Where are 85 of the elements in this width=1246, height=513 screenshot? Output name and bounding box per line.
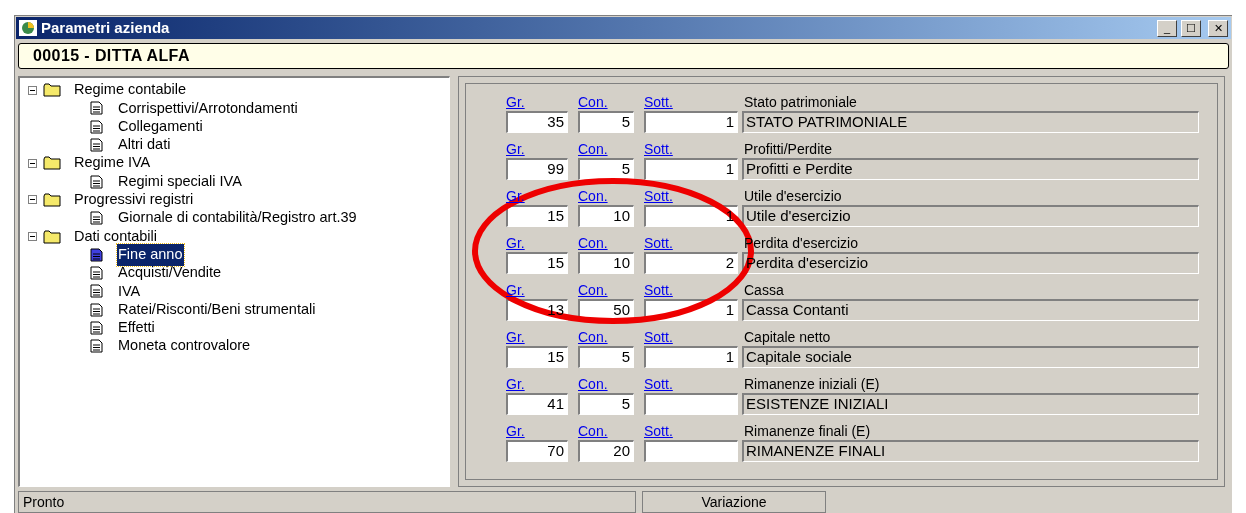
- subaccount-link[interactable]: Sott.: [644, 94, 738, 111]
- group-field[interactable]: 70: [506, 440, 568, 462]
- window-title: Parametri azienda: [41, 17, 170, 38]
- group-field[interactable]: 41: [506, 393, 568, 415]
- description-field: ESISTENZE INIZIALI: [742, 393, 1199, 415]
- description-field: RIMANENZE FINALI: [742, 440, 1199, 462]
- account-link[interactable]: Con.: [578, 235, 634, 252]
- document-icon: [90, 284, 103, 299]
- maximize-button[interactable]: ☐: [1181, 19, 1201, 37]
- subaccount-field[interactable]: 2: [644, 252, 738, 274]
- collapse-icon[interactable]: [28, 195, 37, 205]
- subaccount-field[interactable]: 1: [644, 111, 738, 133]
- subaccount-field[interactable]: [644, 440, 738, 462]
- account-link[interactable]: Con.: [578, 282, 634, 299]
- group-field[interactable]: 15: [506, 252, 568, 274]
- account-title: Capitale netto: [743, 329, 832, 346]
- description-field: STATO PATRIMONIALE: [742, 111, 1199, 133]
- document-icon: [90, 174, 103, 189]
- account-title: Profitti/Perdite: [743, 141, 833, 158]
- account-field[interactable]: 20: [578, 440, 634, 462]
- subaccount-link[interactable]: Sott.: [644, 423, 738, 440]
- subaccount-link[interactable]: Sott.: [644, 282, 738, 299]
- tree-item[interactable]: Fine anno: [117, 243, 184, 266]
- subaccount-link[interactable]: Sott.: [644, 235, 738, 252]
- folder-icon: [43, 192, 61, 207]
- document-icon: [90, 266, 103, 281]
- document-icon: [90, 211, 103, 226]
- group-link[interactable]: Gr.: [506, 329, 568, 346]
- status-text: Pronto: [18, 491, 636, 513]
- document-icon: [90, 247, 103, 262]
- account-link[interactable]: Con.: [578, 423, 634, 440]
- account-field[interactable]: 5: [578, 393, 634, 415]
- description-field: Cassa Contanti: [742, 299, 1199, 321]
- account-title: Rimanenze finali (E): [743, 423, 872, 440]
- subaccount-link[interactable]: Sott.: [644, 329, 738, 346]
- group-field[interactable]: 15: [506, 205, 568, 227]
- account-title: Utile d'esercizio: [743, 188, 843, 205]
- subaccount-link[interactable]: Sott.: [644, 188, 738, 205]
- minimize-button[interactable]: _: [1157, 19, 1177, 37]
- account-title: Cassa: [743, 282, 785, 299]
- account-field[interactable]: 10: [578, 252, 634, 274]
- account-title: Rimanenze iniziali (E): [743, 376, 881, 393]
- description-field: Utile d'esercizio: [742, 205, 1199, 227]
- mode-indicator: Variazione: [642, 491, 826, 513]
- account-link[interactable]: Con.: [578, 141, 634, 158]
- account-field[interactable]: 5: [578, 158, 634, 180]
- group-field[interactable]: 35: [506, 111, 568, 133]
- group-link[interactable]: Gr.: [506, 282, 568, 299]
- group-field[interactable]: 99: [506, 158, 568, 180]
- group-link[interactable]: Gr.: [506, 141, 568, 158]
- close-button[interactable]: ✕: [1208, 19, 1228, 37]
- company-header: 00015 - DITTA ALFA: [18, 43, 1229, 69]
- account-field[interactable]: 5: [578, 111, 634, 133]
- document-icon: [90, 339, 103, 354]
- subaccount-field[interactable]: 1: [644, 346, 738, 368]
- document-icon: [90, 119, 103, 134]
- description-field: Profitti e Perdite: [742, 158, 1199, 180]
- account-link[interactable]: Con.: [578, 329, 634, 346]
- collapse-icon[interactable]: [28, 232, 37, 241]
- account-link[interactable]: Con.: [578, 376, 634, 393]
- account-link[interactable]: Con.: [578, 188, 634, 205]
- group-link[interactable]: Gr.: [506, 235, 568, 252]
- group-link[interactable]: Gr.: [506, 423, 568, 440]
- folder-icon: [43, 156, 61, 171]
- document-icon: [90, 302, 103, 317]
- document-icon: [90, 138, 103, 153]
- document-icon: [90, 101, 103, 116]
- folder-icon: [43, 83, 61, 98]
- group-field[interactable]: 15: [506, 346, 568, 368]
- folder-icon: [43, 229, 61, 244]
- account-link[interactable]: Con.: [578, 94, 634, 111]
- account-title: Stato patrimoniale: [743, 94, 858, 111]
- account-field[interactable]: 5: [578, 346, 634, 368]
- app-logo-icon: [19, 20, 37, 36]
- collapse-icon[interactable]: [28, 158, 37, 168]
- group-link[interactable]: Gr.: [506, 94, 568, 111]
- description-field: Capitale sociale: [742, 346, 1199, 368]
- subaccount-link[interactable]: Sott.: [644, 141, 738, 158]
- group-link[interactable]: Gr.: [506, 376, 568, 393]
- subaccount-field[interactable]: [644, 393, 738, 415]
- subaccount-field[interactable]: 1: [644, 158, 738, 180]
- collapse-icon[interactable]: [28, 85, 37, 95]
- document-icon: [90, 321, 103, 335]
- account-field[interactable]: 10: [578, 205, 634, 227]
- subaccount-link[interactable]: Sott.: [644, 376, 738, 393]
